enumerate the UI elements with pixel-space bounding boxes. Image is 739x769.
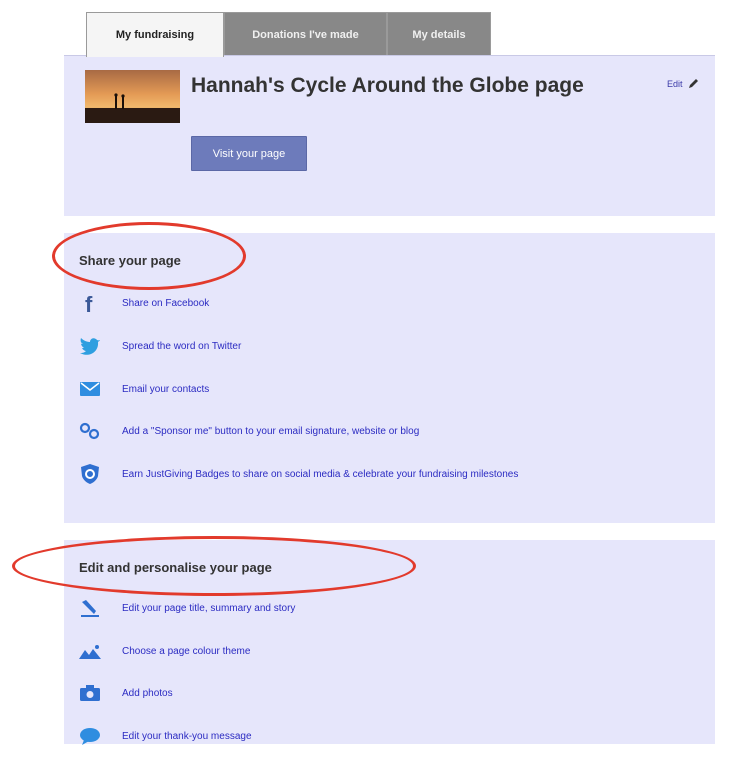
edit-page-details-link[interactable]: Edit your page title, summary and story — [78, 596, 295, 620]
edit-page-link[interactable]: Edit — [667, 78, 699, 90]
share-badges-label: Earn JustGiving Badges to share on socia… — [122, 468, 519, 480]
facebook-icon: f — [78, 291, 102, 315]
twitter-icon — [78, 334, 102, 358]
sunset-cyclists-image — [85, 70, 180, 123]
share-twitter-label: Spread the word on Twitter — [122, 340, 242, 352]
share-email-label: Email your contacts — [122, 383, 210, 395]
share-badges-link[interactable]: Earn JustGiving Badges to share on socia… — [78, 462, 518, 486]
page-summary-panel: Hannah's Cycle Around the Globe page Edi… — [64, 55, 715, 216]
pencil-icon — [688, 79, 698, 88]
share-sponsor-button-link[interactable]: Add a "Sponsor me" button to your email … — [78, 419, 419, 443]
page-thumbnail[interactable] — [85, 70, 180, 123]
share-email-link[interactable]: Email your contacts — [78, 377, 209, 401]
share-sponsor-button-label: Add a "Sponsor me" button to your email … — [122, 425, 420, 437]
tab-my-details[interactable]: My details — [387, 12, 491, 56]
share-facebook-link[interactable]: f Share on Facebook — [78, 291, 209, 315]
badge-icon — [78, 462, 102, 486]
add-photos-link[interactable]: Add photos — [78, 681, 173, 705]
add-photos-label: Add photos — [122, 687, 173, 699]
pencil-icon — [78, 596, 102, 620]
edit-thank-you-link[interactable]: Edit your thank-you message — [78, 724, 252, 748]
edit-label: Edit — [667, 79, 683, 89]
share-section-title: Share your page — [79, 253, 181, 268]
personalise-section: Edit and personalise your page Edit your… — [64, 540, 715, 745]
email-icon — [78, 377, 102, 401]
share-facebook-label: Share on Facebook — [122, 297, 210, 309]
page-title: Hannah's Cycle Around the Globe page — [191, 74, 584, 97]
share-twitter-link[interactable]: Spread the word on Twitter — [78, 334, 241, 358]
visit-page-button[interactable]: Visit your page — [191, 136, 307, 171]
speech-bubble-icon — [78, 724, 102, 748]
share-section: Share your page f Share on Facebook Spre… — [64, 233, 715, 523]
personalise-section-title: Edit and personalise your page — [79, 560, 272, 575]
edit-page-details-label: Edit your page title, summary and story — [122, 602, 296, 614]
svg-text:f: f — [85, 292, 93, 314]
image-theme-icon — [78, 639, 102, 663]
camera-icon — [78, 681, 102, 705]
edit-thank-you-label: Edit your thank-you message — [122, 730, 252, 742]
tab-donations-made[interactable]: Donations I've made — [224, 12, 387, 56]
choose-theme-label: Choose a page colour theme — [122, 645, 251, 657]
sponsor-button-icon — [78, 419, 102, 443]
tab-my-fundraising[interactable]: My fundraising — [86, 12, 224, 57]
choose-theme-link[interactable]: Choose a page colour theme — [78, 639, 250, 663]
